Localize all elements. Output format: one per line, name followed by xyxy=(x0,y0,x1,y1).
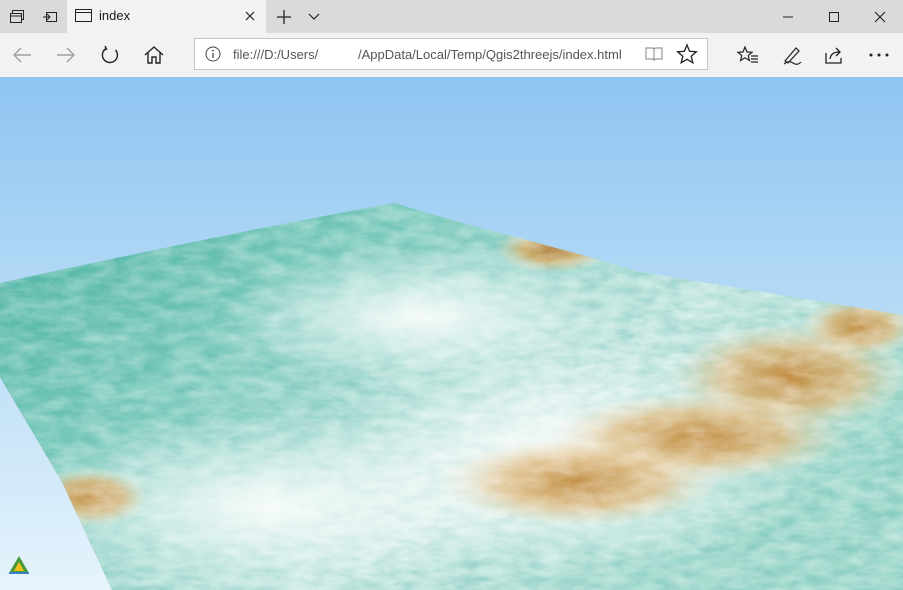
terrain-3d-view[interactable] xyxy=(0,77,903,590)
qgis2threejs-logo xyxy=(8,555,30,580)
tab-manager-icon[interactable] xyxy=(0,0,33,33)
new-tab-button[interactable] xyxy=(270,0,298,33)
home-icon xyxy=(144,46,164,64)
close-icon[interactable] xyxy=(240,6,260,26)
favorites-button[interactable] xyxy=(726,33,770,77)
reading-view-icon[interactable] xyxy=(644,44,664,69)
address-bar[interactable]: file:///D:/Users/ /AppData/Local/Temp/Qg… xyxy=(194,38,708,70)
forward-button[interactable] xyxy=(44,33,88,77)
maximize-button[interactable] xyxy=(811,0,857,33)
info-icon[interactable] xyxy=(205,46,221,67)
minimize-icon xyxy=(783,16,793,17)
more-icon xyxy=(869,53,889,57)
page-icon xyxy=(75,8,92,28)
tab-preview-button[interactable] xyxy=(300,0,328,33)
address-url[interactable]: file:///D:/Users/ /AppData/Local/Temp/Qg… xyxy=(233,47,622,62)
chevron-down-icon xyxy=(308,13,320,20)
close-icon xyxy=(874,11,886,22)
forward-arrow-icon xyxy=(57,47,75,63)
web-note-button[interactable] xyxy=(770,33,814,77)
favorites-list-icon xyxy=(737,45,758,63)
browser-tab[interactable]: index xyxy=(67,0,266,33)
maximize-icon xyxy=(829,11,839,22)
navigation-bar: file:///D:/Users/ /AppData/Local/Temp/Qg… xyxy=(0,33,903,77)
minimize-button[interactable] xyxy=(765,0,811,33)
close-window-button[interactable] xyxy=(857,0,903,33)
more-button[interactable] xyxy=(857,33,901,77)
plus-icon xyxy=(277,9,291,24)
star-icon[interactable] xyxy=(675,43,699,70)
tab-title: index xyxy=(99,8,131,23)
pen-icon xyxy=(783,47,802,65)
home-button[interactable] xyxy=(132,33,176,77)
back-button[interactable] xyxy=(0,33,44,77)
back-arrow-icon xyxy=(13,47,31,63)
share-button[interactable] xyxy=(813,33,857,77)
title-bar: index xyxy=(0,0,903,33)
tab-aside-icon[interactable] xyxy=(33,0,66,33)
refresh-icon xyxy=(101,45,119,64)
share-icon xyxy=(825,47,842,64)
refresh-button[interactable] xyxy=(88,33,132,77)
terrain-scene[interactable] xyxy=(0,77,903,590)
